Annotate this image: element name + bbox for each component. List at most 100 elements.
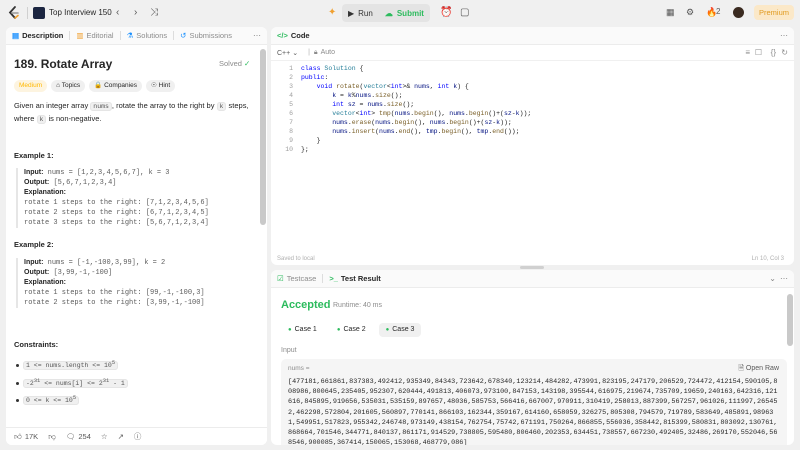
line-number: 3 (289, 83, 293, 90)
comment-icon: 🗨︎ (65, 432, 76, 441)
case-tabs: ● Case 1 ● Case 2 ● Case 3 (281, 323, 422, 337)
premium-button[interactable]: Premium (754, 5, 794, 20)
line-number: 2 (289, 74, 293, 81)
bullet (16, 381, 19, 385)
constraint-exponent: 5 (72, 394, 77, 401)
desc-text: , rotate the array to the right by (111, 101, 217, 110)
lock-icon: 🔒 (94, 82, 105, 89)
more-options-icon[interactable]: ⋯ (780, 31, 788, 40)
open-raw-button[interactable]: 🗎︎ Open Raw (738, 364, 779, 375)
language-select[interactable]: C++ ⌄ (271, 49, 304, 57)
bookmark-icon[interactable]: ☐ (755, 48, 762, 57)
share-button[interactable]: ↗ (118, 432, 124, 441)
dislike-button[interactable]: 👎︎ (48, 432, 56, 442)
tab-code[interactable]: </> Code (271, 27, 316, 45)
play-icon: ▶ (348, 8, 355, 18)
problem-list-icon[interactable] (33, 7, 45, 19)
solved-label: Solved (219, 59, 242, 68)
constraints-heading: Constraints: (14, 340, 59, 349)
layout-icon[interactable]: ▦ (666, 7, 675, 18)
output-label: Output: (24, 269, 50, 276)
reset-icon[interactable]: ↻ (781, 48, 788, 57)
tab-solutions[interactable]: ⚗ Solutions (121, 27, 174, 45)
result-tabbar: ☑ Testcase >_ Test Result ⌄ ⋯ (271, 270, 794, 288)
shuffle-icon[interactable]: ⤨ (150, 6, 158, 20)
comments-button[interactable]: 🗨︎ 254 (66, 432, 91, 441)
collapse-icon[interactable]: ⌄ (769, 274, 776, 283)
companies-chip[interactable]: 🔒 Companies (89, 80, 142, 92)
format-icon[interactable]: ≡ (745, 48, 750, 57)
case-tab[interactable]: ● Case 3 (378, 323, 422, 337)
runtime: Runtime: 40 ms (333, 302, 383, 309)
tab-testcase-label: Testcase (286, 274, 317, 283)
code-line: k = k%nums.size(); (332, 92, 403, 99)
braces-icon[interactable]: {} (771, 48, 776, 57)
submit-button[interactable]: ☁ Submit (379, 4, 430, 22)
topics-chip[interactable]: ⌂ Topics (51, 80, 86, 92)
hint-chip[interactable]: ☉ Hint (145, 80, 176, 92)
like-button[interactable]: 👍︎ 17K (14, 432, 38, 442)
problem-list-title[interactable]: Top Interview 150 (49, 8, 112, 17)
streak-count: 2 (716, 7, 721, 16)
panel-resize-handle[interactable] (520, 266, 544, 269)
explanation-line: rotate 1 steps to the right: [7,1,2,3,4,… (24, 199, 209, 207)
variable-label: nums = (288, 365, 310, 372)
cloud-upload-icon: ☁ (384, 8, 393, 18)
explanation-label: Explanation: (24, 279, 67, 286)
example-input: nums = [1,2,3,4,5,6,7], k = 3 (47, 169, 170, 177)
description-icon: ▤ (12, 31, 20, 40)
avatar[interactable] (733, 7, 744, 18)
code-line: } (301, 137, 321, 144)
next-problem-icon[interactable]: › (134, 6, 137, 20)
prev-problem-icon[interactable]: ‹ (116, 6, 119, 20)
input-label: Input: (24, 259, 44, 266)
problem-description: Given an integer array nums, rotate the … (14, 100, 259, 126)
case-tab[interactable]: ● Case 1 (281, 323, 324, 337)
like-count: 17K (24, 432, 39, 441)
run-button[interactable]: ▶ Run (342, 4, 379, 22)
tab-description[interactable]: ▤ Description (6, 27, 69, 45)
run-label: Run (358, 8, 373, 18)
description-scrollbar[interactable] (260, 49, 266, 225)
help-button[interactable]: ⓘ (134, 431, 142, 442)
mode-label[interactable]: Auto (318, 49, 335, 56)
case-label: Case 2 (343, 326, 366, 333)
verdict: Accepted (281, 299, 331, 311)
example2-heading: Example 2: (14, 240, 54, 249)
result-scrollbar[interactable] (787, 294, 793, 346)
leetcode-logo-icon[interactable] (6, 5, 22, 21)
tab-code-label: Code (290, 31, 310, 40)
code-line: int sz = nums.size(); (332, 101, 415, 108)
tab-testcase[interactable]: ☑ Testcase (271, 270, 322, 288)
description-panel: ▤ Description ▥ Editorial ⚗ Solutions ↺ … (6, 27, 267, 445)
desc-code: nums (90, 102, 112, 111)
notes-icon[interactable]: ▢ (460, 6, 469, 20)
desc-text: is non-negative. (46, 114, 102, 123)
settings-icon[interactable]: ⚙ (686, 7, 694, 18)
tab-submissions[interactable]: ↺ Submissions (174, 27, 238, 45)
problem-chips: Medium ⌂ Topics 🔒 Companies ☉ Hint (14, 80, 176, 92)
difficulty-chip[interactable]: Medium (14, 80, 48, 92)
alarm-icon[interactable]: ⏰ (440, 6, 452, 20)
code-line: public: (301, 74, 329, 81)
example-input: nums = [-1,-100,3,99], k = 2 (47, 259, 166, 267)
debug-icon[interactable]: ✦ (328, 6, 336, 20)
open-raw-label: Open Raw (745, 365, 779, 372)
companies-label: Companies (104, 82, 137, 89)
tab-editorial[interactable]: ▥ Editorial (70, 27, 119, 45)
divider: | (308, 49, 310, 56)
case-tab[interactable]: ● Case 2 (330, 323, 373, 337)
example-output: [3,99,-1,-100] (53, 269, 113, 277)
more-options-icon[interactable]: ⋯ (253, 31, 261, 40)
code-line: void rotate(vector<int>& nums, int k) { (316, 83, 469, 90)
more-options-icon[interactable]: ⋯ (780, 274, 788, 283)
divider (27, 7, 28, 19)
tab-test-result[interactable]: >_ Test Result (323, 270, 386, 288)
line-number: 4 (289, 92, 293, 99)
constraint-text: 1 <= nums.length <= 10 (26, 362, 112, 370)
desc-code: k (216, 102, 227, 111)
line-number: 1 (289, 65, 293, 72)
favorite-button[interactable]: ☆ (101, 432, 108, 441)
submit-label: Submit (396, 8, 424, 18)
output-label: Output: (24, 179, 50, 186)
